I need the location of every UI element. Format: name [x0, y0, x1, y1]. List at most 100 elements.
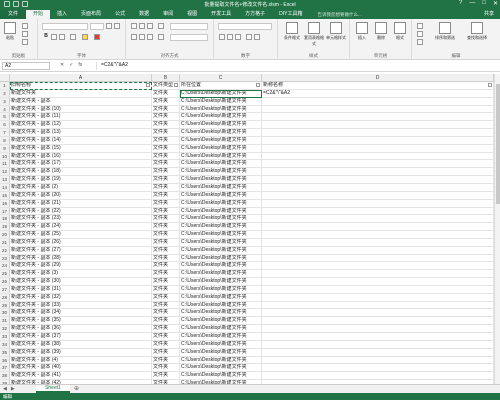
column-header-b[interactable]: B [152, 74, 180, 82]
font-size-select[interactable] [90, 23, 104, 30]
cell-file-type[interactable]: 文件夹 [152, 160, 180, 168]
cell-file-type[interactable]: 文件夹 [152, 207, 180, 215]
cell-new-name[interactable] [262, 152, 494, 160]
cell-old-name[interactable]: 新建文件夹 - 副本 (41) [10, 372, 152, 380]
row-number[interactable]: 21 [0, 238, 10, 246]
comma-icon[interactable] [235, 34, 241, 40]
cell-old-name[interactable]: 新建文件夹 - 副本 (16) [10, 152, 152, 160]
row-number[interactable]: 12 [0, 168, 10, 176]
fill-icon[interactable] [417, 31, 423, 37]
add-sheet-icon[interactable]: ⊕ [74, 385, 79, 392]
cell-location[interactable]: C:\Users\Desktop\新建文件夹 [180, 372, 262, 380]
row-number[interactable]: 8 [0, 136, 10, 144]
cell-new-name[interactable] [262, 231, 494, 238]
column-header-d[interactable]: D [262, 74, 494, 82]
align-center-icon[interactable] [139, 34, 145, 40]
cell-location[interactable]: C:\Users\Desktop\新建文件夹 [180, 356, 262, 364]
cell-file-type[interactable]: 文件夹 [152, 152, 180, 160]
cell-new-name[interactable] [262, 270, 494, 278]
name-box[interactable]: A2 [2, 62, 50, 70]
wrap-text-button[interactable] [170, 23, 208, 30]
borders-icon[interactable] [70, 34, 76, 40]
row-number[interactable]: 4 [0, 105, 10, 113]
cell-old-name[interactable]: 新建文件夹 - 副本 (28) [10, 254, 152, 262]
cell-old-name[interactable]: 新建文件夹 - 副本 [10, 97, 152, 105]
filter-dropdown-icon[interactable] [174, 83, 178, 87]
cell-old-name[interactable]: 新建文件夹 - 副本 (4) [10, 356, 152, 364]
cell-old-name[interactable]: 新建文件夹 - 副本 (15) [10, 144, 152, 152]
cell-file-type[interactable]: 文件夹 [152, 262, 180, 270]
tab-formulas[interactable]: 公式 [108, 10, 132, 19]
indent-icon[interactable] [158, 34, 164, 40]
cell-location[interactable]: C:\Users\Desktop\新建文件夹 [180, 238, 262, 246]
cell-file-type[interactable]: 文件夹 [152, 317, 180, 325]
row-number[interactable]: 1 [0, 82, 10, 89]
cell-new-name[interactable] [262, 191, 494, 199]
merge-center-button[interactable] [170, 34, 208, 41]
row-number[interactable]: 25 [0, 270, 10, 278]
cell-new-name[interactable] [262, 301, 494, 309]
cell-file-type[interactable]: 文件夹 [152, 168, 180, 176]
cell-location[interactable]: C:\Users\Desktop\新建文件夹 [180, 121, 262, 129]
tab-home[interactable]: 开始 [26, 10, 51, 19]
cell-file-type[interactable]: 文件夹 [152, 191, 180, 199]
cell-file-type[interactable]: 文件夹 [152, 231, 180, 238]
share-button[interactable]: 共享 [478, 10, 500, 19]
cell-new-name[interactable] [262, 199, 494, 207]
underline-icon[interactable] [59, 34, 65, 40]
clear-icon[interactable] [417, 39, 423, 45]
cell-old-name[interactable]: 新建文件夹 - 副本 (29) [10, 262, 152, 270]
cell-new-name[interactable] [262, 372, 494, 380]
cell-location[interactable]: C:\Users\Desktop\新建文件夹 [180, 144, 262, 152]
row-number[interactable]: 6 [0, 121, 10, 129]
row-number[interactable]: 2 [0, 89, 10, 97]
cell-file-type[interactable]: 文件夹 [152, 333, 180, 340]
cell-old-name[interactable]: 新建文件夹 - 副本 (24) [10, 223, 152, 231]
cell-old-name[interactable]: 新建文件夹 - 副本 (3) [10, 270, 152, 278]
filter-dropdown-icon[interactable] [146, 83, 150, 87]
formula-input[interactable]: =C2&"\"&A2 [96, 62, 498, 70]
cell-old-name[interactable]: 新建文件夹 - 副本 (21) [10, 199, 152, 207]
select-all-corner[interactable] [0, 74, 10, 82]
cell-location[interactable]: C:\Users\Desktop\新建文件夹 [180, 270, 262, 278]
cell-new-name[interactable] [262, 215, 494, 223]
tab-developer[interactable]: 开发工具 [204, 10, 238, 19]
cell-new-name[interactable] [262, 121, 494, 129]
cell-styles-button[interactable]: 单元格样式 [326, 22, 346, 41]
align-left-icon[interactable] [131, 34, 137, 40]
cell-location[interactable]: C:\Users\Desktop\新建文件夹 [180, 301, 262, 309]
cell-location[interactable]: C:\Users\Desktop\新建文件夹 [180, 340, 262, 348]
bold-icon[interactable]: B [43, 34, 49, 40]
sheet-prev-icon[interactable]: ◀ [3, 386, 7, 392]
paste-button[interactable]: 粘贴 [3, 22, 17, 41]
row-number[interactable]: 38 [0, 372, 10, 380]
cell-new-name[interactable] [262, 340, 494, 348]
tab-view[interactable]: 视图 [180, 10, 204, 19]
cell-location[interactable]: C:\Users\Desktop\新建文件夹 [180, 325, 262, 332]
cell-location[interactable]: C:\Users\Desktop\新建文件夹 [180, 176, 262, 183]
cell-location[interactable]: C:\Users\Desktop\新建文件夹 [180, 364, 262, 372]
row-number[interactable]: 37 [0, 364, 10, 372]
cell-old-name[interactable]: 新建文件夹 - 副本 (12) [10, 121, 152, 129]
cell-location[interactable]: C:\Users\Desktop\新建文件夹 [180, 215, 262, 223]
cell-old-name[interactable]: 新建文件夹 - 副本 (18) [10, 168, 152, 176]
cell-location[interactable]: C:\Users\Desktop\新建文件夹 [180, 223, 262, 231]
row-number[interactable]: 13 [0, 176, 10, 183]
cell-file-type[interactable]: 文件夹 [152, 293, 180, 301]
cell-old-name[interactable]: 新建文件夹 - 副本 (14) [10, 136, 152, 144]
header-cell-old-name[interactable]: 旧称名称 [10, 82, 152, 89]
align-middle-icon[interactable] [139, 23, 145, 29]
cell-old-name[interactable]: 新建文件夹 - 副本 (39) [10, 348, 152, 356]
font-name-select[interactable] [42, 23, 88, 30]
cell-location[interactable]: C:\Users\Desktop\新建文件夹 [180, 160, 262, 168]
sheet-next-icon[interactable]: ▶ [11, 386, 15, 392]
cell-new-name[interactable] [262, 183, 494, 191]
orientation-icon[interactable] [158, 23, 164, 29]
copy-icon[interactable] [22, 31, 28, 37]
cell-new-name[interactable] [262, 207, 494, 215]
cell-new-name[interactable] [262, 278, 494, 285]
cell-file-type[interactable]: 文件夹 [152, 246, 180, 254]
tell-me-search[interactable]: 告诉我您想要做什么... [310, 10, 370, 19]
tab-ffcell[interactable]: 方方格子 [238, 10, 272, 19]
cell-file-type[interactable]: 文件夹 [152, 238, 180, 246]
